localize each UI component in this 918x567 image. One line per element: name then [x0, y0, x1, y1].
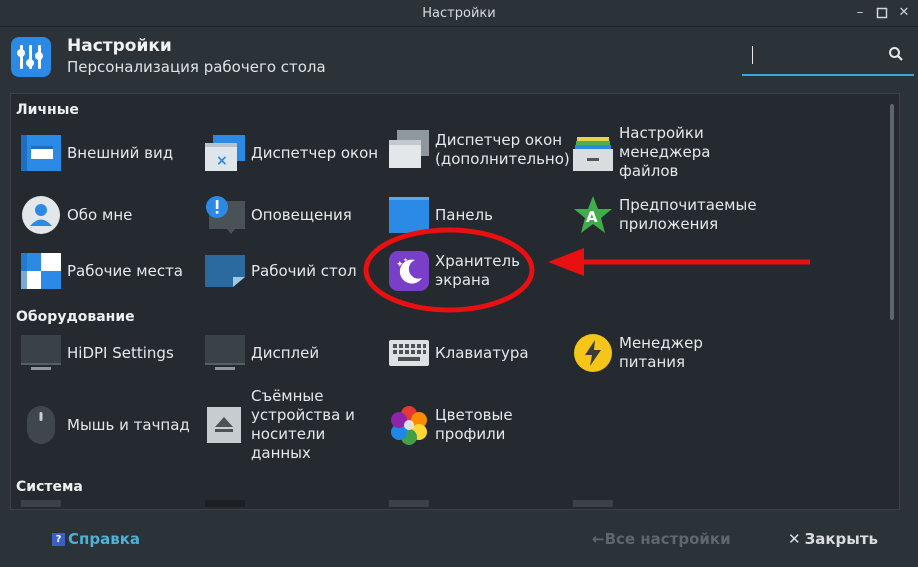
back-arrow-icon: ←: [592, 530, 605, 548]
close-icon: ✕: [788, 530, 801, 548]
all-settings-button[interactable]: ←Все настройки: [592, 530, 731, 548]
close-button[interactable]: ✕ Закрыть: [788, 530, 878, 548]
annotation-overlay: [363, 227, 810, 313]
help-button[interactable]: ? Справка: [52, 530, 140, 548]
close-label: Закрыть: [804, 530, 879, 548]
footer: ? Справка ←Все настройки ✕ Закрыть: [0, 510, 918, 567]
help-icon: ?: [52, 532, 65, 546]
arrow-head: [548, 248, 584, 276]
highlight-ellipse: [363, 227, 535, 313]
help-label: Справка: [68, 530, 141, 548]
all-settings-label: Все настройки: [604, 530, 731, 548]
